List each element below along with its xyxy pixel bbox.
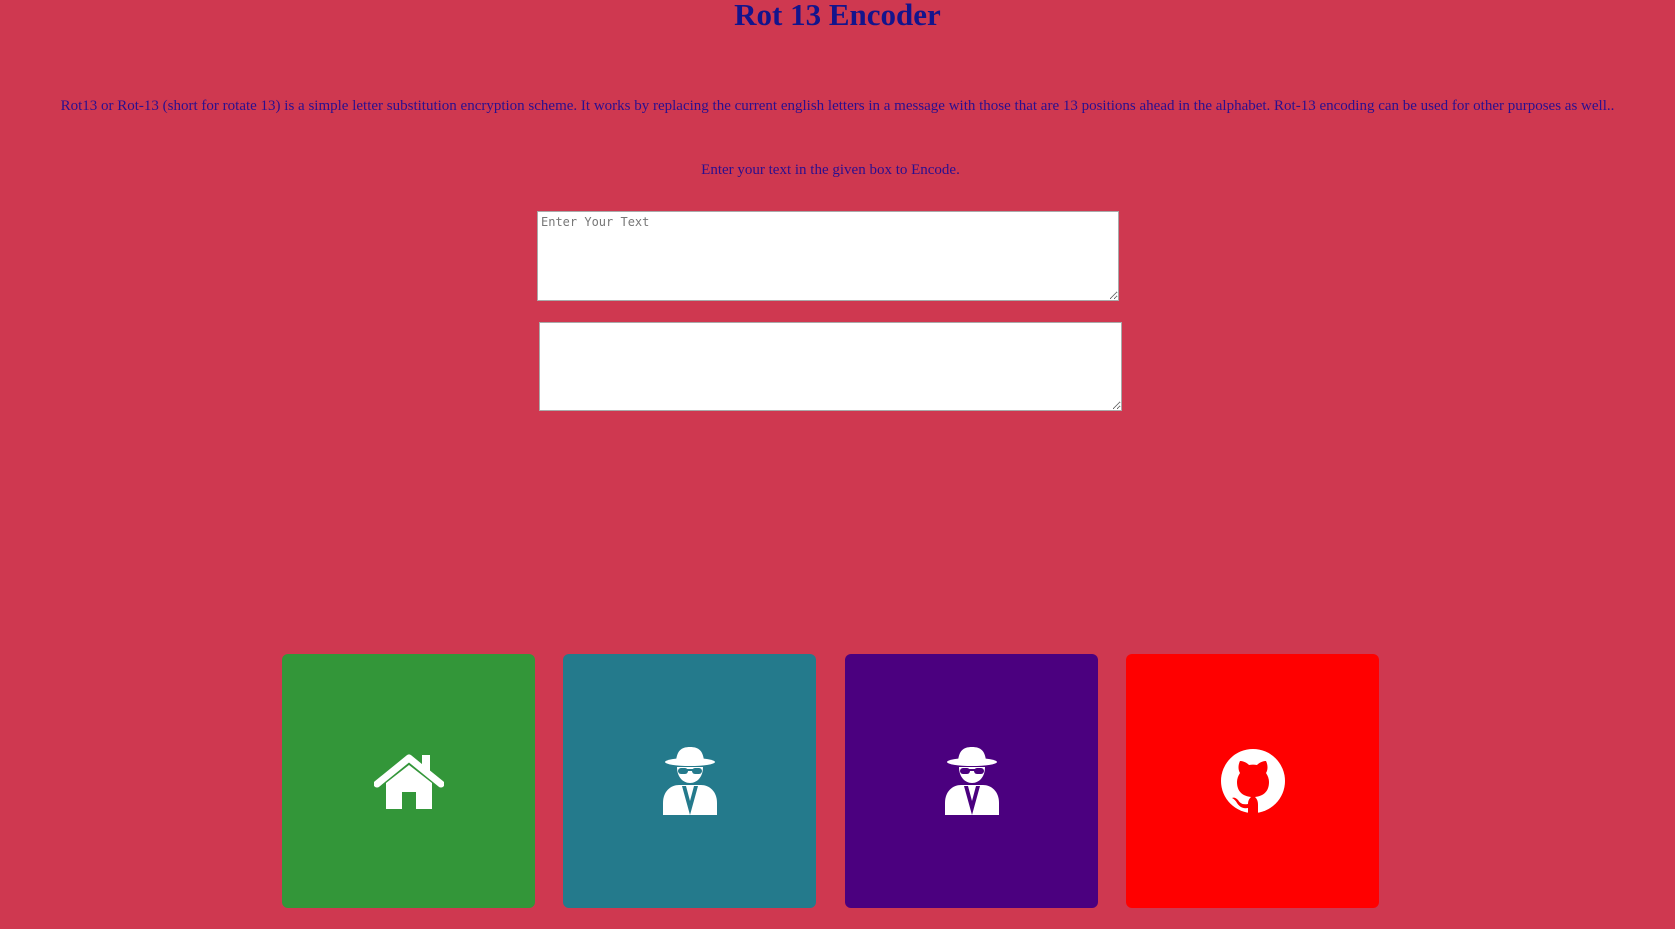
encoded-output[interactable] xyxy=(539,322,1122,411)
home-icon xyxy=(373,752,444,810)
text-input[interactable] xyxy=(537,211,1119,301)
nav-tiles xyxy=(282,654,1382,908)
page-title: Rot 13 Encoder xyxy=(734,0,941,32)
github-icon xyxy=(1220,748,1286,814)
spy-tile-2[interactable] xyxy=(845,654,1098,908)
github-tile[interactable] xyxy=(1126,654,1379,908)
spy-tile-1[interactable] xyxy=(563,654,816,908)
description-text: Rot13 or Rot-13 (short for rotate 13) is… xyxy=(60,98,1615,114)
spy-icon xyxy=(941,745,1003,817)
home-tile[interactable] xyxy=(282,654,535,908)
instruction-text: Enter your text in the given box to Enco… xyxy=(701,162,960,178)
spy-icon xyxy=(659,745,721,817)
